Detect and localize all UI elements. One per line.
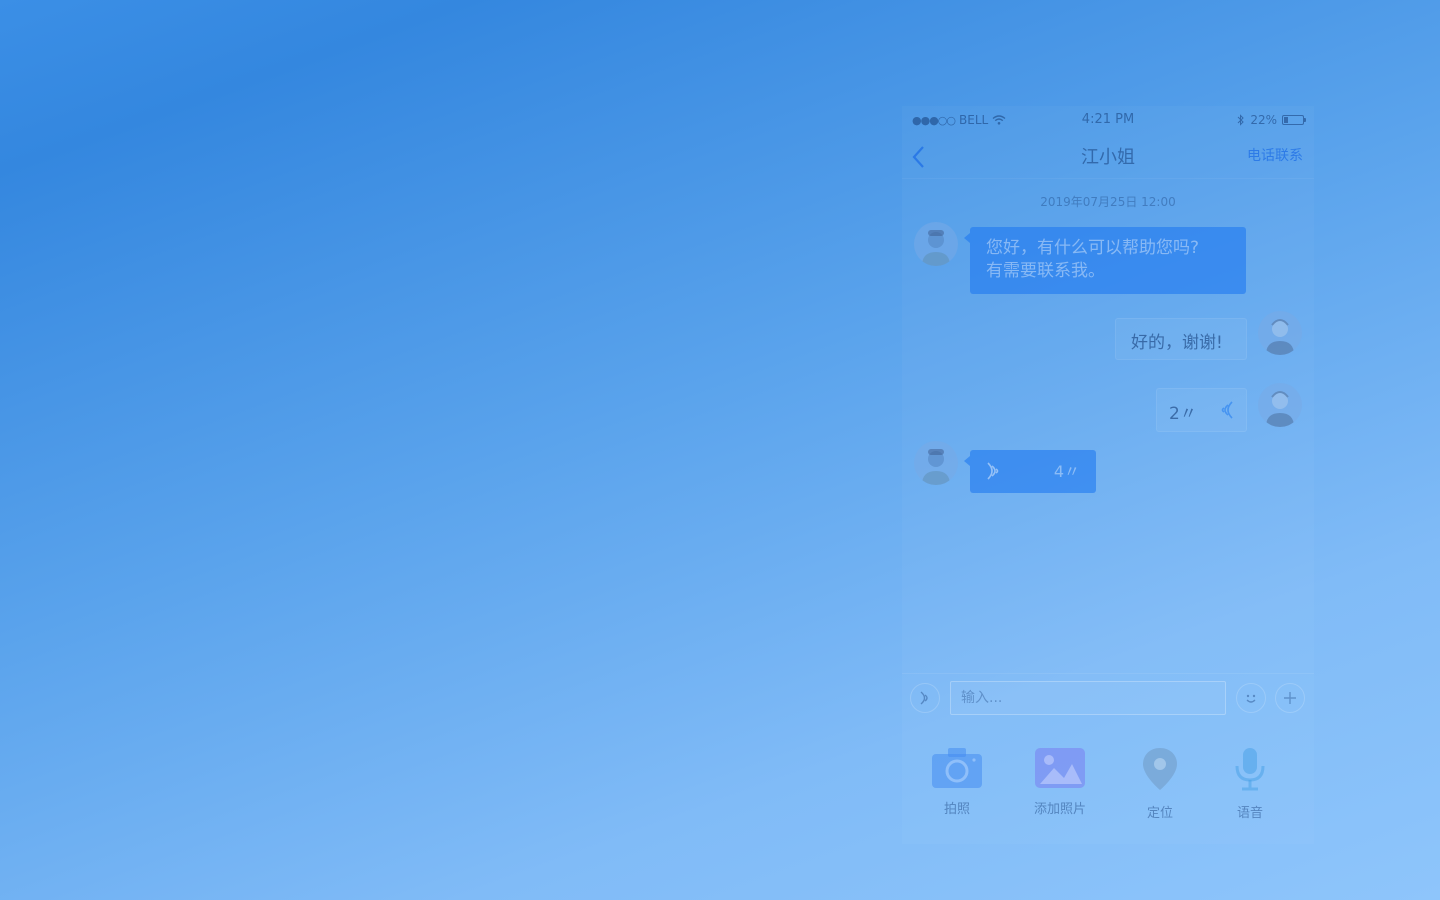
tool-label: 语音 bbox=[1236, 806, 1263, 821]
phone-chat-screen: ●●●○○ BELL 4:21 PM 22% 江小姐 电话联系 2019年07月… bbox=[902, 106, 1314, 844]
tool-label: 添加照片 bbox=[1033, 802, 1086, 817]
message-bubble-incoming: 您好，有什么可以帮助您吗? 有需要联系我。 bbox=[964, 227, 1246, 294]
voice-wave-icon bbox=[920, 691, 928, 705]
agent-avatar-icon bbox=[922, 230, 950, 266]
call-contact-button[interactable]: 电话联系 bbox=[1247, 145, 1303, 165]
message-input[interactable] bbox=[950, 681, 1226, 715]
voice-input-button[interactable] bbox=[910, 683, 940, 713]
more-options-button[interactable] bbox=[1275, 683, 1305, 713]
attachment-toolbar: 拍照 添加照片 定位 语音 bbox=[902, 736, 1314, 826]
chat-timestamp: 2019年07月25日 12:00 bbox=[1040, 195, 1176, 209]
voice-wave-icon bbox=[1221, 401, 1233, 419]
battery-icon bbox=[1282, 115, 1306, 125]
location-button[interactable]: 定位 bbox=[1120, 746, 1200, 821]
input-bar bbox=[902, 673, 1314, 722]
voice-message-outgoing[interactable]: 2〃 bbox=[1156, 388, 1247, 432]
bluetooth-icon bbox=[1237, 114, 1245, 126]
take-photo-button[interactable]: 拍照 bbox=[917, 746, 997, 817]
agent-avatar[interactable] bbox=[914, 222, 958, 266]
emoji-button[interactable] bbox=[1236, 683, 1266, 713]
battery-percent: 22% bbox=[1250, 113, 1277, 127]
message-text-line2: 有需要联系我。 bbox=[986, 261, 1105, 281]
add-photo-button[interactable]: 添加照片 bbox=[1020, 746, 1100, 817]
nav-bar: 江小姐 电话联系 bbox=[902, 134, 1314, 179]
agent-avatar[interactable] bbox=[914, 441, 958, 485]
message-text: 好的，谢谢! bbox=[1131, 333, 1223, 353]
message-bubble-outgoing: 好的，谢谢! bbox=[1115, 318, 1247, 360]
agent-avatar-icon bbox=[922, 449, 950, 485]
photo-icon bbox=[1035, 748, 1085, 788]
camera-icon bbox=[932, 748, 982, 788]
user-avatar-icon bbox=[1266, 319, 1294, 355]
location-pin-icon bbox=[1143, 748, 1177, 790]
microphone-icon bbox=[1235, 748, 1265, 791]
tool-label: 定位 bbox=[1146, 806, 1173, 821]
my-avatar[interactable] bbox=[1258, 311, 1302, 355]
user-avatar-icon bbox=[1266, 391, 1294, 427]
voice-duration: 4〃 bbox=[1053, 462, 1080, 481]
voice-message-incoming[interactable]: 4〃 bbox=[964, 450, 1096, 493]
status-bar: ●●●○○ BELL 4:21 PM 22% bbox=[902, 106, 1314, 134]
voice-record-button[interactable]: 语音 bbox=[1210, 746, 1290, 821]
voice-duration: 2〃 bbox=[1169, 404, 1197, 424]
battery-level bbox=[1284, 117, 1289, 123]
voice-wave-icon bbox=[987, 462, 999, 480]
tool-label: 拍照 bbox=[943, 802, 970, 817]
my-avatar[interactable] bbox=[1258, 383, 1302, 427]
plus-icon bbox=[1284, 692, 1296, 704]
message-text-line1: 您好，有什么可以帮助您吗? bbox=[986, 238, 1200, 258]
smiley-icon bbox=[1246, 694, 1256, 703]
